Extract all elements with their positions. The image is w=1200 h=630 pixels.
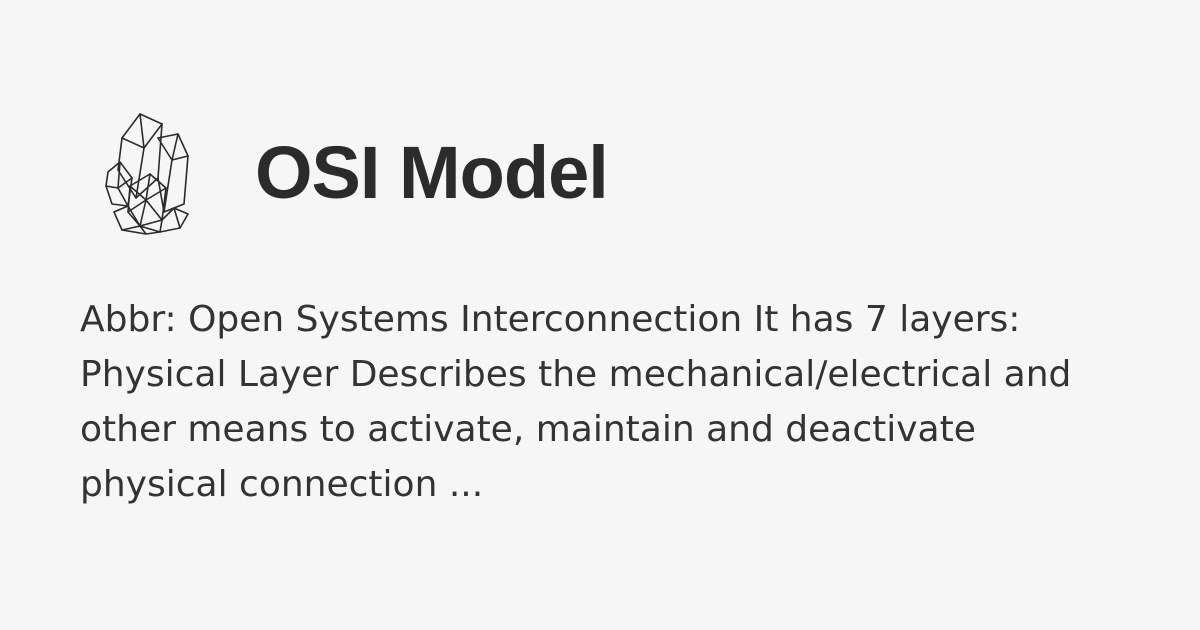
description-text: Abbr: Open Systems Interconnection It ha… (80, 299, 1072, 505)
page-title: OSI Model (255, 131, 609, 214)
crystal-cluster-icon (100, 108, 192, 236)
og-card: OSI Model Abbr: Open Systems Interconnec… (0, 0, 1200, 630)
